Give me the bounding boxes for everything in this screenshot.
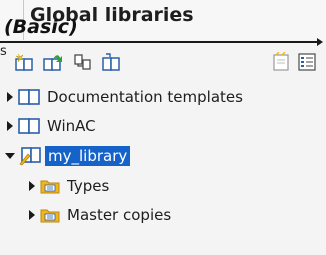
tree-item-label: Master copies [67, 206, 172, 224]
types-folder-icon [40, 180, 60, 194]
element-view-button[interactable] [294, 50, 320, 74]
open-library-icon [43, 55, 62, 71]
tree-item-label: Documentation templates [47, 88, 243, 106]
open-library-edit-icon [19, 147, 41, 166]
expand-arrow-icon[interactable] [7, 121, 13, 131]
save-library-icon [74, 54, 91, 70]
collapse-arrow-icon[interactable] [5, 153, 15, 159]
global-libraries-panel: Global libraries (Basic) s Documentation… [0, 0, 326, 255]
tree-item-documentation-templates[interactable]: Documentation templates [0, 84, 326, 110]
panel-header: Global libraries (Basic) [0, 0, 326, 40]
overlay-label: (Basic) [4, 16, 78, 38]
library-toolbar [0, 50, 326, 78]
library-properties-button[interactable] [268, 50, 294, 74]
new-library-icon [15, 53, 33, 71]
expand-arrow-icon[interactable] [7, 92, 13, 102]
element-view-icon [298, 53, 316, 71]
close-library-icon [102, 53, 120, 71]
master-copies-folder-icon [40, 209, 60, 223]
tree-item-master-copies[interactable]: Master copies [0, 202, 326, 228]
header-divider [0, 41, 318, 43]
library-book-icon [18, 89, 40, 105]
tree-item-label: Types [67, 177, 110, 195]
tree-item-my-library[interactable]: my_library [0, 143, 326, 169]
save-library-button[interactable] [70, 50, 96, 74]
close-library-button[interactable] [98, 50, 124, 74]
library-book-icon [18, 118, 40, 134]
expand-arrow-icon[interactable] [29, 181, 35, 191]
tree-item-winac[interactable]: WinAC [0, 113, 326, 139]
expand-arrow-icon[interactable] [29, 210, 35, 220]
tree-item-types[interactable]: Types [0, 173, 326, 199]
collapse-arrow-icon[interactable] [317, 38, 323, 46]
update-library-icon [273, 52, 289, 71]
new-library-button[interactable] [12, 50, 38, 74]
tree-item-label: WinAC [47, 117, 96, 135]
tree-item-label: my_library [45, 146, 131, 166]
open-library-button[interactable] [40, 50, 66, 74]
